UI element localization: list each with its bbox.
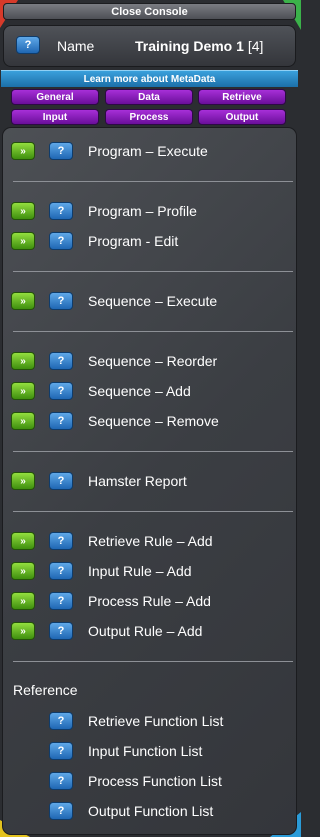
help-button[interactable]: ? <box>49 292 73 310</box>
help-button[interactable]: ? <box>49 712 73 730</box>
action-label[interactable]: Sequence – Reorder <box>88 353 217 369</box>
help-button[interactable]: ? <box>49 142 73 160</box>
tab-process[interactable]: Process <box>105 109 193 125</box>
tab-output[interactable]: Output <box>198 109 286 125</box>
action-label[interactable]: Sequence – Add <box>88 383 191 399</box>
go-button[interactable]: » <box>11 202 35 220</box>
go-button[interactable]: » <box>11 352 35 370</box>
reference-item[interactable]: Input Function List <box>88 743 202 759</box>
tab-general[interactable]: General <box>11 89 99 105</box>
learn-more-link[interactable]: Learn more about MetaData <box>1 70 298 87</box>
help-button[interactable]: ? <box>49 382 73 400</box>
action-label[interactable]: Output Rule – Add <box>88 623 202 639</box>
divider <box>13 181 293 182</box>
help-button[interactable]: ? <box>49 562 73 580</box>
go-button[interactable]: » <box>11 592 35 610</box>
action-label[interactable]: Hamster Report <box>88 473 187 489</box>
go-button[interactable]: » <box>11 472 35 490</box>
program-name-text: Training Demo 1 <box>135 38 244 54</box>
divider <box>13 451 293 452</box>
tab-retrieve[interactable]: Retrieve <box>198 89 286 105</box>
name-label: Name <box>57 38 95 54</box>
action-label[interactable]: Input Rule – Add <box>88 563 192 579</box>
go-button[interactable]: » <box>11 412 35 430</box>
action-label[interactable]: Program – Profile <box>88 203 197 219</box>
go-button[interactable]: » <box>11 562 35 580</box>
divider <box>13 331 293 332</box>
reference-item[interactable]: Output Function List <box>88 803 213 819</box>
go-button[interactable]: » <box>11 142 35 160</box>
action-panel: » ? Program – Execute » ? Program – Prof… <box>2 127 297 835</box>
program-count: [4] <box>247 38 264 54</box>
help-button[interactable]: ? <box>49 592 73 610</box>
go-button[interactable]: » <box>11 292 35 310</box>
divider <box>13 661 293 662</box>
name-panel: ? Name Training Demo 1 [4] <box>3 25 296 67</box>
reference-item[interactable]: Process Function List <box>88 773 222 789</box>
help-button[interactable]: ? <box>49 472 73 490</box>
action-label[interactable]: Sequence – Remove <box>88 413 219 429</box>
help-button[interactable]: ? <box>49 772 73 790</box>
help-button[interactable]: ? <box>49 532 73 550</box>
help-button[interactable]: ? <box>49 802 73 820</box>
divider <box>13 271 293 272</box>
action-label[interactable]: Retrieve Rule – Add <box>88 533 213 549</box>
tab-input[interactable]: Input <box>11 109 99 125</box>
help-button[interactable]: ? <box>49 622 73 640</box>
help-button[interactable]: ? <box>49 742 73 760</box>
action-label[interactable]: Program - Edit <box>88 233 178 249</box>
reference-heading: Reference <box>13 682 78 698</box>
program-name: Training Demo 1 [4] <box>135 38 263 54</box>
divider <box>13 511 293 512</box>
name-help-button[interactable]: ? <box>16 36 40 54</box>
reference-item[interactable]: Retrieve Function List <box>88 713 223 729</box>
action-label[interactable]: Sequence – Execute <box>88 293 217 309</box>
go-button[interactable]: » <box>11 622 35 640</box>
help-button[interactable]: ? <box>49 232 73 250</box>
tab-data[interactable]: Data <box>105 89 193 105</box>
help-button[interactable]: ? <box>49 352 73 370</box>
go-button[interactable]: » <box>11 232 35 250</box>
help-button[interactable]: ? <box>49 202 73 220</box>
action-label[interactable]: Process Rule – Add <box>88 593 211 609</box>
action-label[interactable]: Program – Execute <box>88 143 208 159</box>
help-button[interactable]: ? <box>49 412 73 430</box>
go-button[interactable]: » <box>11 382 35 400</box>
close-console-button[interactable]: Close Console <box>3 3 296 20</box>
go-button[interactable]: » <box>11 532 35 550</box>
